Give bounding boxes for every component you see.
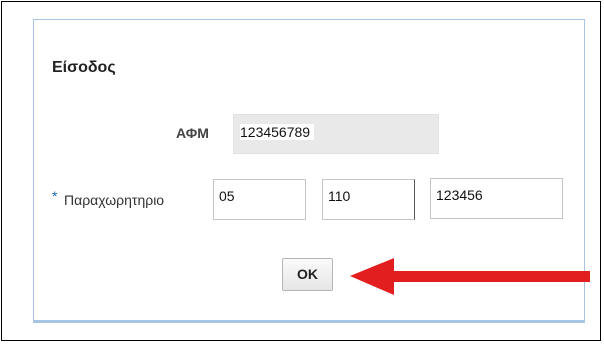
red-arrow-icon	[350, 258, 590, 295]
paraxoritirio-label: Παραχωρητηριο	[64, 192, 165, 208]
paraxoritirio-field-2[interactable]: 110	[322, 179, 415, 220]
dialog-bottom-border	[33, 320, 585, 323]
afm-value: 123456789	[240, 124, 315, 140]
required-marker: *	[52, 188, 58, 204]
ok-button[interactable]: OK	[282, 258, 333, 291]
paraxoritirio-field-3[interactable]: 123456	[430, 178, 563, 219]
paraxoritirio-field-1[interactable]: 05	[213, 179, 306, 220]
afm-field: 123456789	[233, 114, 439, 154]
afm-label: ΑΦΜ	[176, 125, 209, 141]
dialog-title: Είσοδος	[52, 59, 116, 76]
